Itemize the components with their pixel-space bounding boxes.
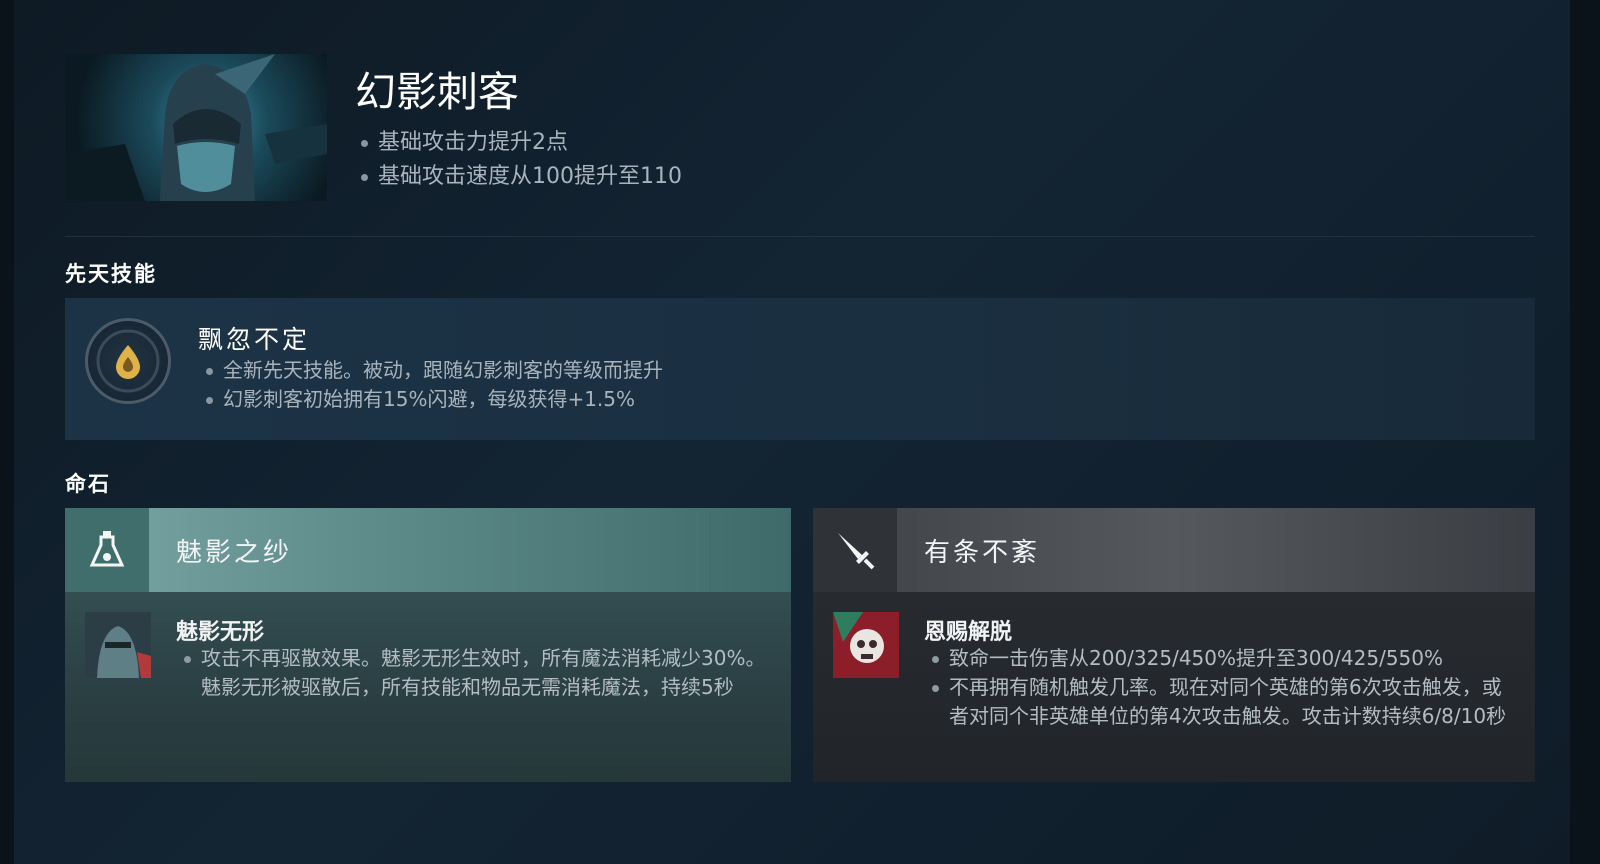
hero-portrait-image [65,54,327,201]
hero-change-item: 基础攻击力提升2点 [358,126,682,160]
facet-name: 魅影之纱 [176,538,293,568]
ability-detail-item: 致命一击伤害从200/325/450%提升至300/425/550% [929,644,1519,673]
hero-change-item: 基础攻击速度从100提升至110 [358,160,682,194]
frame-left [0,0,14,864]
ability-icon-coup-de-grace [833,612,899,678]
ability-details: 攻击不再驱散效果。魅影无形生效时，所有魔法消耗减少30%。魅影无形被驱散后，所有… [181,644,781,702]
facets-section-title: 命石 [65,472,111,496]
facet-card-methodical[interactable]: 有条不紊 恩赐解脱 致命一击伤害从200/325/450%提升至300/425/… [813,508,1535,782]
ability-detail-item: 攻击不再驱散效果。魅影无形生效时，所有魔法消耗减少30%。魅影无形被驱散后，所有… [181,644,781,702]
ability-details: 致命一击伤害从200/325/450%提升至300/425/550% 不再拥有随… [929,644,1519,731]
drop-icon [85,318,171,404]
innate-panel: 飘忽不定 全新先天技能。被动，跟随幻影刺客的等级而提升 幻影刺客初始拥有15%闪… [65,298,1535,440]
innate-name: 飘忽不定 [198,325,311,354]
hero-changes-list: 基础攻击力提升2点 基础攻击速度从100提升至110 [358,126,682,194]
facet-header: 魅影之纱 [65,508,791,592]
innate-detail-item: 幻影刺客初始拥有15%闪避，每级获得+1.5% [203,385,663,414]
hero-name: 幻影刺客 [355,68,519,116]
ability-detail-item: 不再拥有随机触发几率。现在对同个英雄的第6次攻击触发，或者对同个非英雄单位的第4… [929,673,1519,731]
innate-section-title: 先天技能 [65,262,157,286]
divider [65,236,1535,237]
innate-details: 全新先天技能。被动，跟随幻影刺客的等级而提升 幻影刺客初始拥有15%闪避，每级获… [203,356,663,414]
facet-name: 有条不紊 [924,538,1041,568]
ability-name: 魅影无形 [176,620,265,645]
innate-detail-item: 全新先天技能。被动，跟随幻影刺客的等级而提升 [203,356,663,385]
facet-card-veil[interactable]: 魅影之纱 魅影无形 攻击不再驱散效果。魅影无形生效时，所有魔法消耗减少30%。魅… [65,508,791,782]
facet-header: 有条不紊 [813,508,1535,592]
ability-icon-blur [85,612,151,678]
potion-icon [65,508,149,592]
ability-name: 恩赐解脱 [924,620,1013,645]
dagger-icon [813,508,897,592]
hero-portrait [65,54,327,201]
frame-right [1570,0,1600,864]
